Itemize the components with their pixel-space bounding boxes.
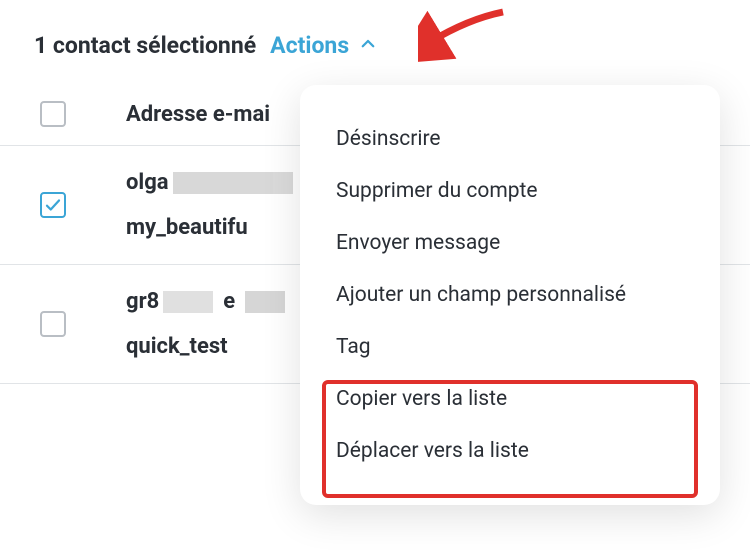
row-email: gr8 e (126, 289, 285, 314)
redacted-text (163, 291, 213, 313)
menu-item-unsubscribe[interactable]: Désinscrire (300, 113, 720, 165)
selection-header: 1 contact sélectionné Actions (0, 0, 750, 83)
redacted-text (273, 172, 293, 194)
row-email: olga (126, 170, 293, 195)
row-email-prefix: gr8 (126, 289, 159, 314)
menu-item-delete-account[interactable]: Supprimer du compte (300, 165, 720, 217)
menu-item-move-to-list[interactable]: Déplacer vers la liste (300, 425, 720, 477)
chevron-up-icon (359, 32, 377, 59)
redacted-text (245, 291, 285, 313)
check-icon (44, 196, 62, 214)
row-email-prefix: olga (126, 170, 169, 195)
row-text-group: olga my_beautifu (126, 170, 293, 240)
row-checkbox[interactable] (40, 192, 66, 218)
row-text-group: gr8 e quick_test (126, 289, 285, 359)
actions-label: Actions (270, 32, 349, 59)
menu-item-send-message[interactable]: Envoyer message (300, 217, 720, 269)
email-column-header: Adresse e-mai (126, 102, 270, 127)
selected-count-text: 1 contact sélectionné (34, 32, 256, 59)
select-all-checkbox[interactable] (40, 101, 66, 127)
actions-dropdown-menu: Désinscrire Supprimer du compte Envoyer … (300, 85, 720, 505)
row-email-mid: e (223, 289, 235, 314)
menu-item-copy-to-list[interactable]: Copier vers la liste (300, 373, 720, 425)
actions-dropdown-trigger[interactable]: Actions (270, 32, 377, 59)
menu-item-add-custom-field[interactable]: Ajouter un champ personnalisé (300, 269, 720, 321)
row-secondary: my_beautifu (126, 215, 293, 240)
menu-item-tag[interactable]: Tag (300, 321, 720, 373)
row-checkbox[interactable] (40, 311, 66, 337)
row-secondary: quick_test (126, 334, 285, 359)
redacted-text (173, 172, 273, 194)
